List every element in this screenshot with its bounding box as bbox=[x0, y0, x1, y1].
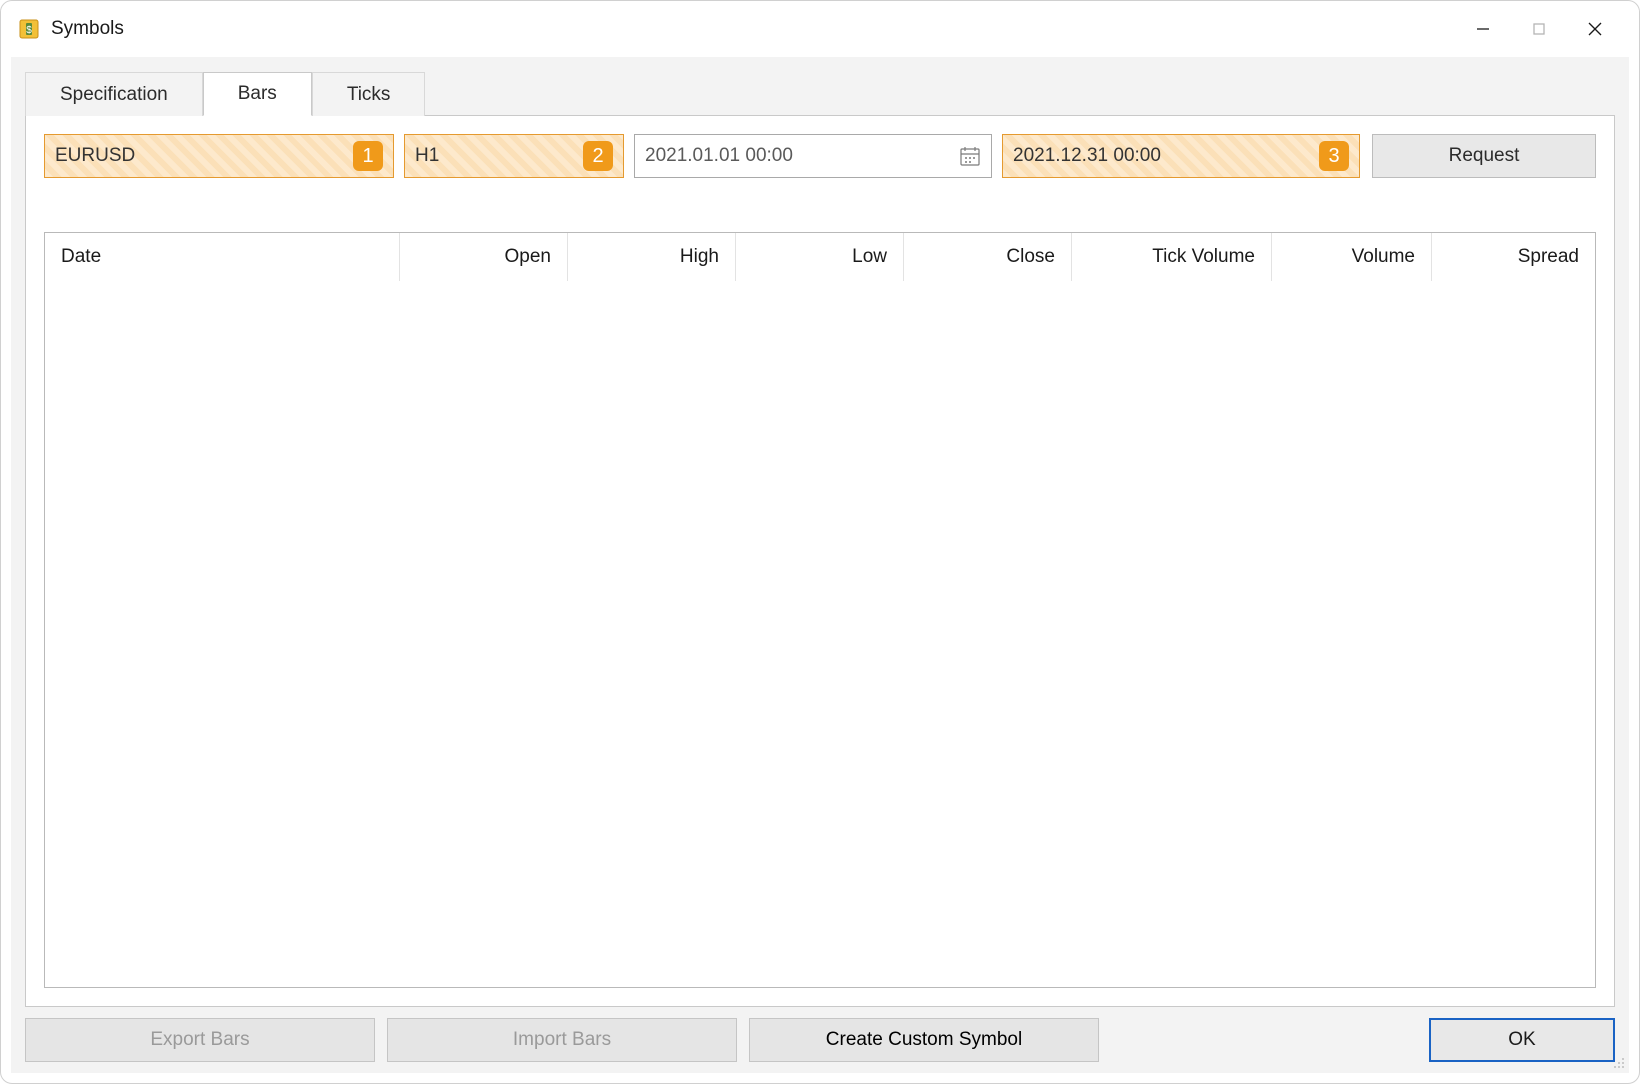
table-header: Date Open High Low Close Tick Volume Vol… bbox=[45, 233, 1595, 281]
col-open[interactable]: Open bbox=[400, 233, 568, 281]
footer-bar: Export Bars Import Bars Create Custom Sy… bbox=[11, 1007, 1629, 1073]
date-from-field[interactable]: 2021.01.01 00:00 bbox=[634, 134, 992, 178]
tab-bars[interactable]: Bars bbox=[203, 72, 312, 116]
col-tick-volume[interactable]: Tick Volume bbox=[1072, 233, 1272, 281]
window-title: Symbols bbox=[51, 18, 1455, 40]
date-to-value: 2021.12.31 00:00 bbox=[1013, 145, 1313, 167]
date-to-field[interactable]: 2021.12.31 00:00 3 bbox=[1002, 134, 1360, 178]
col-date[interactable]: Date bbox=[45, 233, 400, 281]
request-button[interactable]: Request bbox=[1372, 134, 1596, 178]
col-spread[interactable]: Spread bbox=[1432, 233, 1595, 281]
bars-table: Date Open High Low Close Tick Volume Vol… bbox=[44, 232, 1596, 988]
filter-row: EURUSD 1 H1 2 2021.01.01 00:00 bbox=[44, 134, 1596, 178]
maximize-button[interactable] bbox=[1511, 9, 1567, 49]
resize-grip-icon[interactable] bbox=[1609, 1053, 1625, 1069]
timeframe-value: H1 bbox=[415, 145, 577, 167]
badge-3: 3 bbox=[1319, 141, 1349, 171]
symbols-window: $ Symbols Specification Bars Ticks bbox=[0, 0, 1640, 1084]
badge-1: 1 bbox=[353, 141, 383, 171]
create-custom-symbol-button[interactable]: Create Custom Symbol bbox=[749, 1018, 1099, 1062]
app-icon: $ bbox=[17, 17, 41, 41]
tab-ticks[interactable]: Ticks bbox=[312, 72, 426, 116]
close-button[interactable] bbox=[1567, 9, 1623, 49]
col-high[interactable]: High bbox=[568, 233, 736, 281]
col-volume[interactable]: Volume bbox=[1272, 233, 1432, 281]
symbol-value: EURUSD bbox=[55, 145, 347, 167]
col-low[interactable]: Low bbox=[736, 233, 904, 281]
symbol-field[interactable]: EURUSD 1 bbox=[44, 134, 394, 178]
col-close[interactable]: Close bbox=[904, 233, 1072, 281]
calendar-icon[interactable] bbox=[959, 145, 981, 167]
ok-button[interactable]: OK bbox=[1429, 1018, 1615, 1062]
minimize-button[interactable] bbox=[1455, 9, 1511, 49]
svg-text:$: $ bbox=[26, 25, 32, 36]
tab-bar: Specification Bars Ticks bbox=[11, 65, 1629, 115]
import-bars-button[interactable]: Import Bars bbox=[387, 1018, 737, 1062]
bars-panel: EURUSD 1 H1 2 2021.01.01 00:00 bbox=[25, 115, 1615, 1007]
timeframe-field[interactable]: H1 2 bbox=[404, 134, 624, 178]
date-from-value: 2021.01.01 00:00 bbox=[645, 145, 793, 167]
content-area: Specification Bars Ticks EURUSD 1 H1 2 2… bbox=[11, 57, 1629, 1073]
badge-2: 2 bbox=[583, 141, 613, 171]
tab-specification[interactable]: Specification bbox=[25, 72, 203, 116]
export-bars-button[interactable]: Export Bars bbox=[25, 1018, 375, 1062]
window-controls bbox=[1455, 9, 1623, 49]
titlebar: $ Symbols bbox=[1, 1, 1639, 57]
